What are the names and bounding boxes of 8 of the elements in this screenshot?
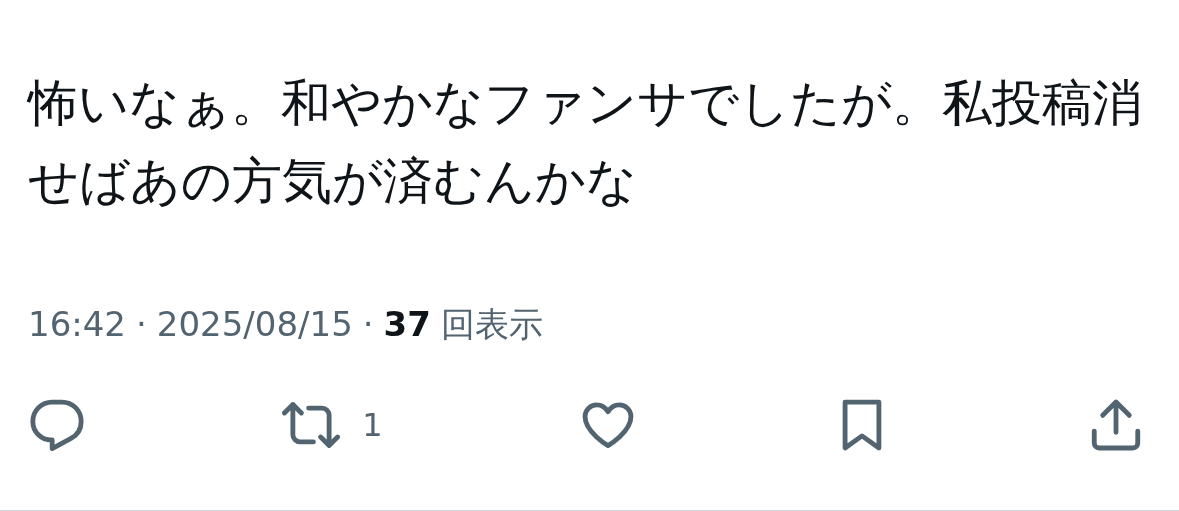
view-count: 37	[383, 304, 431, 344]
separator: ·	[362, 304, 374, 344]
repost-count: 1	[362, 406, 383, 444]
separator: ·	[136, 304, 147, 344]
post-time[interactable]: 16:42	[28, 304, 126, 344]
views-label: 回表示	[440, 303, 543, 346]
post-text: 怖いなぁ。和やかなファンサでしたが。私投稿消せばあの方気が済むんかな	[28, 73, 1143, 212]
post-date[interactable]: 2025/08/15	[156, 304, 353, 344]
